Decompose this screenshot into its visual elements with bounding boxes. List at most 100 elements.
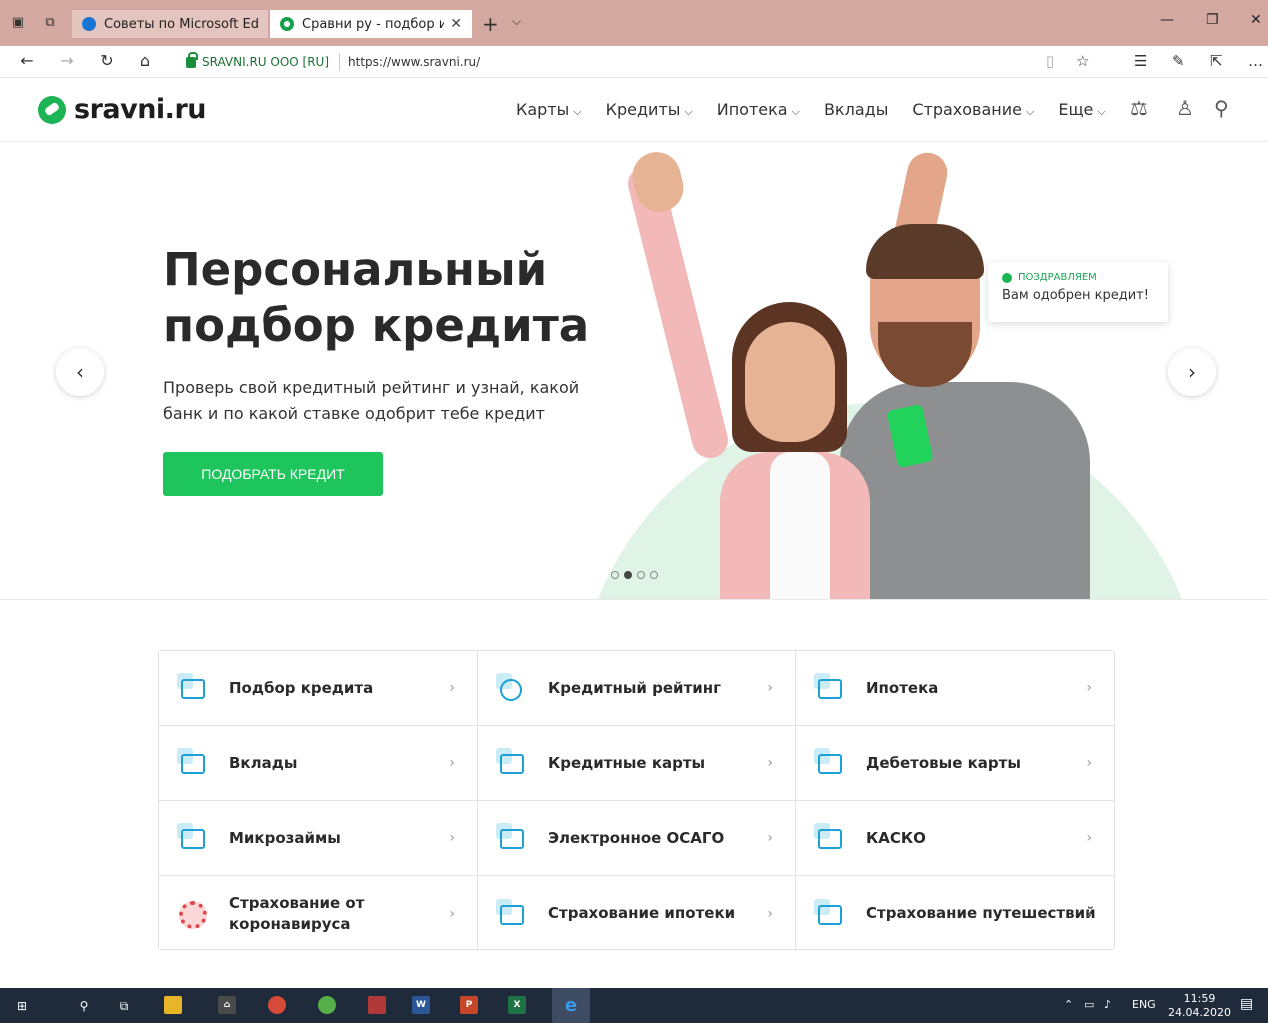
forward-icon[interactable]: → (56, 51, 78, 70)
close-tab-icon[interactable]: ✕ (450, 16, 462, 32)
notifications-icon[interactable]: ▤ (1240, 996, 1253, 1012)
nav-item-insurance[interactable]: Страхование ⌵ (912, 100, 1034, 119)
service-item[interactable]: Кредитный рейтинг › (478, 651, 796, 726)
search-icon[interactable]: ⚲ (74, 996, 94, 1016)
task-view-icon[interactable]: ⧉ (114, 996, 134, 1016)
word-icon[interactable]: W (412, 996, 430, 1014)
back-icon[interactable]: ← (16, 51, 38, 70)
man-hair (866, 224, 984, 279)
app-icon[interactable] (368, 996, 386, 1014)
service-label: Кредитный рейтинг (548, 678, 721, 697)
service-label: Электронное ОСАГО (548, 828, 725, 847)
service-label: Ипотека (866, 678, 939, 697)
user-icon[interactable]: ♙ (1176, 96, 1194, 120)
nav-item-cards[interactable]: Карты ⌵ (516, 100, 582, 119)
tab-edge-tips[interactable]: Советы по Microsoft Edge (72, 10, 268, 38)
network-icon[interactable]: ▭ (1084, 998, 1094, 1011)
service-item[interactable]: Страхование путешествий › (796, 876, 1114, 951)
edge-taskbar-icon[interactable]: e (552, 988, 590, 1023)
windows-start-icon[interactable]: ⊞ (12, 996, 32, 1016)
carousel-dot[interactable] (611, 571, 619, 579)
file-explorer-icon[interactable] (164, 996, 182, 1014)
nav-item-deposits[interactable]: Вклады (824, 100, 888, 119)
language-indicator[interactable]: ENG (1132, 998, 1156, 1011)
service-label: КАСКО (866, 828, 926, 847)
share-icon[interactable]: ⇱ (1210, 52, 1223, 70)
nav-label: Кредиты (605, 100, 681, 119)
utorrent-icon[interactable] (318, 996, 336, 1014)
service-label: Вклады (229, 753, 298, 772)
cash-icon (177, 823, 207, 853)
service-item[interactable]: КАСКО › (796, 801, 1114, 876)
nav-item-credits[interactable]: Кредиты ⌵ (606, 100, 693, 119)
tab-label: Советы по Microsoft Edge (104, 16, 258, 32)
service-item[interactable]: Кредитные карты › (478, 726, 796, 801)
service-item[interactable]: Страхование ипотеки › (478, 876, 796, 951)
service-item[interactable]: Дебетовые карты › (796, 726, 1114, 801)
woman-shirt (770, 452, 830, 599)
screen: ▣ ⧉ Советы по Microsoft Edge Сравни ру -… (0, 0, 1268, 1023)
more-icon[interactable]: … (1248, 52, 1263, 70)
clock-time: 11:59 (1183, 992, 1216, 1005)
nav-item-mortgage[interactable]: Ипотека ⌵ (717, 100, 800, 119)
tab-set-aside-icon[interactable]: ▣ (8, 13, 28, 33)
clock[interactable]: 11:59 24.04.2020 (1168, 992, 1231, 1020)
minimize-icon[interactable]: — (1160, 12, 1174, 28)
url-field[interactable]: SRAVNI.RU OOO [RU] https://www.sravni.ru… (186, 49, 1106, 75)
tab-list-chevron-icon[interactable]: ⌵ (512, 14, 521, 29)
service-item[interactable]: Вклады › (159, 726, 478, 801)
chevron-right-icon: › (449, 905, 455, 922)
sravni-favicon-icon (280, 17, 294, 31)
service-item[interactable]: Страхование от коронавируса › (159, 876, 478, 951)
service-label: Страхование ипотеки (548, 904, 736, 922)
favorite-star-icon[interactable]: ☆ (1076, 52, 1089, 70)
virus-icon (177, 899, 207, 929)
carousel-next-button[interactable]: › (1168, 348, 1216, 396)
tab-sravni[interactable]: Сравни ру - подбор и с ✕ (270, 10, 472, 38)
carousel-dot[interactable] (637, 571, 645, 579)
excel-icon[interactable]: X (508, 996, 526, 1014)
store-icon[interactable]: ⌂ (218, 996, 236, 1014)
nav-item-more[interactable]: Еще ⌵ (1058, 100, 1105, 119)
pick-credit-button[interactable]: ПОДОБРАТЬ КРЕДИТ (163, 452, 383, 496)
web-note-icon[interactable]: ✎ (1172, 52, 1185, 70)
reading-view-icon[interactable]: ▯ (1046, 52, 1054, 70)
service-item[interactable]: Электронное ОСАГО › (478, 801, 796, 876)
service-item[interactable]: Микрозаймы › (159, 801, 478, 876)
hero-subtitle: Проверь свой кредитный рейтинг и узнай, … (163, 378, 580, 423)
service-label: Кредитные карты (548, 753, 706, 772)
tab-preview-icon[interactable]: ⧉ (40, 13, 60, 33)
home-icon[interactable]: ⌂ (134, 51, 156, 70)
close-window-icon[interactable]: ✕ (1250, 12, 1262, 28)
favorites-hub-icon[interactable]: ☰ (1134, 52, 1147, 70)
tray-chevron-icon[interactable]: ⌃ (1064, 998, 1073, 1011)
main-nav: Карты ⌵ Кредиты ⌵ Ипотека ⌵ Вклады Страхова… (516, 100, 1130, 119)
service-item[interactable]: Ипотека › (796, 651, 1114, 726)
chevron-right-icon: › (1086, 830, 1092, 846)
nav-label: Еще (1058, 100, 1094, 119)
chevron-right-icon: › (767, 905, 773, 922)
service-label: Страхование от коронавируса (229, 893, 365, 933)
carousel-dot[interactable] (624, 571, 632, 579)
volume-icon[interactable]: ♪ (1104, 998, 1111, 1011)
powerpoint-icon[interactable]: P (460, 996, 478, 1014)
chevron-right-icon: › (449, 830, 455, 846)
search-icon[interactable]: ⚲ (1214, 96, 1229, 120)
refresh-icon[interactable]: ↻ (96, 51, 118, 70)
compare-scales-icon[interactable]: ⚖ (1130, 96, 1148, 120)
chevron-down-icon: ⌵ (1097, 105, 1106, 118)
carousel-prev-button[interactable]: ‹ (56, 348, 104, 396)
restore-icon[interactable]: ❐ (1206, 12, 1219, 28)
chevron-right-icon: › (767, 755, 773, 771)
site-logo[interactable]: sravni.ru (38, 94, 206, 125)
nav-label: Вклады (823, 100, 889, 119)
chrome-icon[interactable] (268, 996, 286, 1014)
carousel-dot[interactable] (650, 571, 658, 579)
hero-title: Персональный подбор кредита (163, 242, 589, 354)
chevron-right-icon: › (767, 680, 773, 696)
chevron-right-icon: › (1086, 755, 1092, 771)
browser-tab-bar: ▣ ⧉ Советы по Microsoft Edge Сравни ру -… (0, 0, 1268, 46)
service-item[interactable]: Подбор кредита › (159, 651, 478, 726)
tab-label: Сравни ру - подбор и с (302, 16, 445, 32)
new-tab-button[interactable]: + (482, 12, 499, 36)
